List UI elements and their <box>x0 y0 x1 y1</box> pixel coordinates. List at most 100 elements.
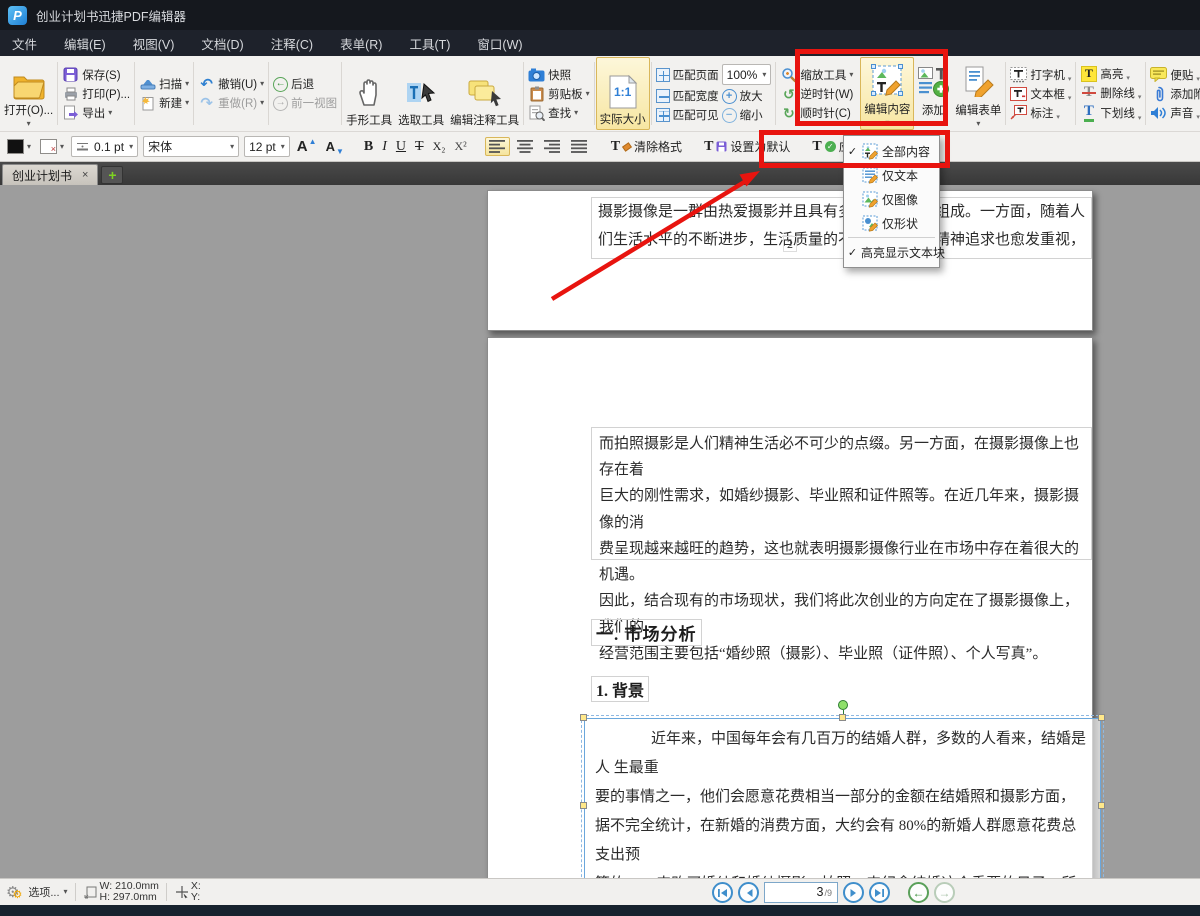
page-number-input[interactable]: 3/9 <box>764 882 838 903</box>
font-family-select[interactable]: 宋体▾ <box>143 136 239 157</box>
callout-button[interactable]: 标注▾ <box>1008 104 1073 122</box>
zoom-tool-button[interactable]: 缩放工具▾ <box>778 66 855 84</box>
menu-file[interactable]: 文件 <box>12 34 37 53</box>
document-canvas[interactable]: 摄影摄像是一群由热爱摄影并且具有多群组成。一方面，随着人 们生活水平的不断进步，… <box>0 185 1200 878</box>
dropdown-item-all-content[interactable]: ✓ 全部内容 <box>844 139 939 163</box>
font-size-select[interactable]: 12 pt▾ <box>244 136 290 157</box>
clipboard-button[interactable]: 剪贴板▾ <box>526 85 592 103</box>
clear-format-button[interactable]: T清除格式 <box>609 138 684 155</box>
menu-form[interactable]: 表单(R) <box>340 34 382 53</box>
align-center-button[interactable] <box>514 138 537 155</box>
paragraph-block[interactable]: 而拍照摄影是人们精神生活必不可少的点缀。另一方面，在摄影摄像上也存在着 巨大的刚… <box>591 427 1092 560</box>
open-button[interactable]: 打开(O)... ▾ <box>1 57 56 130</box>
increase-font-button[interactable]: A▲ <box>295 138 319 155</box>
resize-handle-ml[interactable] <box>580 802 587 809</box>
underline-format-button[interactable]: U <box>394 139 408 155</box>
zoom-in-label[interactable]: 放大 <box>740 88 763 104</box>
edit-annotation-tool-button[interactable]: 编辑注释工具 <box>447 57 522 130</box>
pdf-page-3[interactable]: 而拍照摄影是人们精神生活必不可少的点缀。另一方面，在摄影摄像上也存在着 巨大的刚… <box>487 337 1093 878</box>
options-button[interactable]: 选项... <box>28 884 59 900</box>
export-button[interactable]: 导出▾ <box>60 104 132 122</box>
fit-width-icon[interactable] <box>656 89 670 103</box>
menu-tools[interactable]: 工具(T) <box>409 34 450 53</box>
menu-comment[interactable]: 注释(C) <box>271 34 313 53</box>
italic-button[interactable]: I <box>380 139 389 155</box>
edit-form-button[interactable]: 编辑表单 ▾ <box>952 57 1004 130</box>
menu-window[interactable]: 窗口(W) <box>477 34 522 53</box>
heading-market-analysis[interactable]: 一. 市场分析 <box>591 619 702 646</box>
tab-business-plan[interactable]: 创业计划书 × <box>2 164 98 185</box>
note-button[interactable]: 便贴▾ <box>1148 66 1200 84</box>
pdf-page-2[interactable]: 摄影摄像是一群由热爱摄影并且具有多群组成。一方面，随着人 们生活水平的不断进步，… <box>487 190 1093 331</box>
dropdown-item-text-only[interactable]: 仅文本 <box>844 163 939 187</box>
fit-page-icon[interactable] <box>656 68 670 82</box>
zoom-out-label[interactable]: 缩小 <box>740 107 763 123</box>
set-default-button[interactable]: T设置为默认 <box>702 138 792 155</box>
bold-button[interactable]: B <box>362 139 375 155</box>
previous-view-button[interactable]: ← <box>908 882 929 903</box>
align-justify-button[interactable] <box>568 138 591 155</box>
zoom-level-select[interactable]: 100%▾ <box>722 64 772 85</box>
scan-button[interactable]: 扫描▾ <box>137 75 191 93</box>
superscript-button[interactable]: X² <box>452 139 468 154</box>
select-tool-button[interactable]: 选取工具 <box>395 57 447 130</box>
eraser-icon <box>622 142 632 152</box>
dropdown-item-shape-only[interactable]: 仅形状 <box>844 211 939 235</box>
stroke-width-select[interactable]: 0.1 pt ▾ <box>71 136 138 157</box>
fit-visible-icon[interactable] <box>656 108 670 122</box>
textbox-button[interactable]: 文本框▾ <box>1008 85 1073 103</box>
fit-page-row: 匹配页面 100%▾ <box>654 63 774 86</box>
menu-document[interactable]: 文档(D) <box>201 34 243 53</box>
dropdown-item-highlight-textblocks[interactable]: ✓ 高亮显示文本块 <box>844 240 939 264</box>
dropdown-item-image-only[interactable]: 仅图像 <box>844 187 939 211</box>
strikethrough-format-button[interactable]: T <box>413 139 426 155</box>
attach-button[interactable]: 添加附件▾ <box>1148 85 1200 103</box>
hand-tool-button[interactable]: 手形工具 <box>343 57 395 130</box>
rotate-handle[interactable] <box>838 700 848 710</box>
shape-only-icon <box>861 214 879 232</box>
heading-background[interactable]: 1. 背景 <box>591 676 649 702</box>
rotate-cw-button[interactable]: ↻顺时针(C) <box>778 104 855 122</box>
zoom-out-button[interactable]: − <box>722 108 737 123</box>
first-page-button[interactable] <box>712 882 733 903</box>
rotate-ccw-button[interactable]: ↺逆时针(W) <box>778 85 855 103</box>
menu-edit[interactable]: 编辑(E) <box>64 34 106 53</box>
edit-content-button[interactable]: 编辑内容 ▾ <box>860 57 914 130</box>
strikeout-button[interactable]: T删除线▾ <box>1078 84 1143 102</box>
print-button[interactable]: 打印(P)... <box>60 85 132 103</box>
resize-handle-mr[interactable] <box>1098 802 1105 809</box>
align-left-button[interactable] <box>485 137 510 156</box>
next-page-button[interactable] <box>843 882 864 903</box>
snapshot-button[interactable]: 快照 <box>526 66 592 84</box>
previous-page-button[interactable] <box>738 882 759 903</box>
redo-button[interactable]: ↷重做(R)▾ <box>196 94 266 112</box>
resize-handle-tl[interactable] <box>580 714 587 721</box>
back-view-button[interactable]: ←后退 <box>271 75 339 93</box>
add-tab-button[interactable]: + <box>101 166 123 184</box>
zoom-in-button[interactable]: + <box>722 89 737 104</box>
last-page-button[interactable] <box>869 882 890 903</box>
sound-button[interactable]: 声音▾ <box>1148 104 1200 122</box>
resize-handle-tc[interactable] <box>839 714 846 721</box>
undo-button[interactable]: ↶撤销(U)▾ <box>196 75 266 93</box>
menu-view[interactable]: 视图(V) <box>133 34 175 53</box>
selected-text-block[interactable]: 近年来，中国每年会有几百万的结婚人群，多数的人看来，结婚是人 生最重 要的事情之… <box>584 718 1101 878</box>
align-right-button[interactable] <box>541 138 564 155</box>
chevron-down-icon: ▾ <box>108 109 112 117</box>
resize-handle-tr[interactable] <box>1098 714 1105 721</box>
underline-button[interactable]: T下划线▾ <box>1078 103 1143 123</box>
next-view-button[interactable]: → <box>934 882 955 903</box>
forward-view-button[interactable]: →前一视图 <box>271 94 339 112</box>
new-button[interactable]: 新建▾ <box>137 94 191 112</box>
highlight-button[interactable]: T高亮▾ <box>1078 65 1143 83</box>
subscript-button[interactable]: X₂ <box>431 139 448 154</box>
actual-size-button[interactable]: 1:1 实际大小 <box>596 57 650 130</box>
close-icon[interactable]: × <box>82 169 88 181</box>
decrease-font-button[interactable]: A▼ <box>324 139 346 154</box>
save-button[interactable]: 保存(S) <box>60 66 132 84</box>
typewriter-button[interactable]: 打字机▾ <box>1008 66 1073 84</box>
text-color-picker[interactable]: ▾ <box>5 139 33 154</box>
add-content-button[interactable]: 添加 ▾ <box>914 57 952 130</box>
find-button[interactable]: 查找▾ <box>526 104 592 122</box>
fill-color-picker[interactable]: ×▾ <box>38 139 66 154</box>
